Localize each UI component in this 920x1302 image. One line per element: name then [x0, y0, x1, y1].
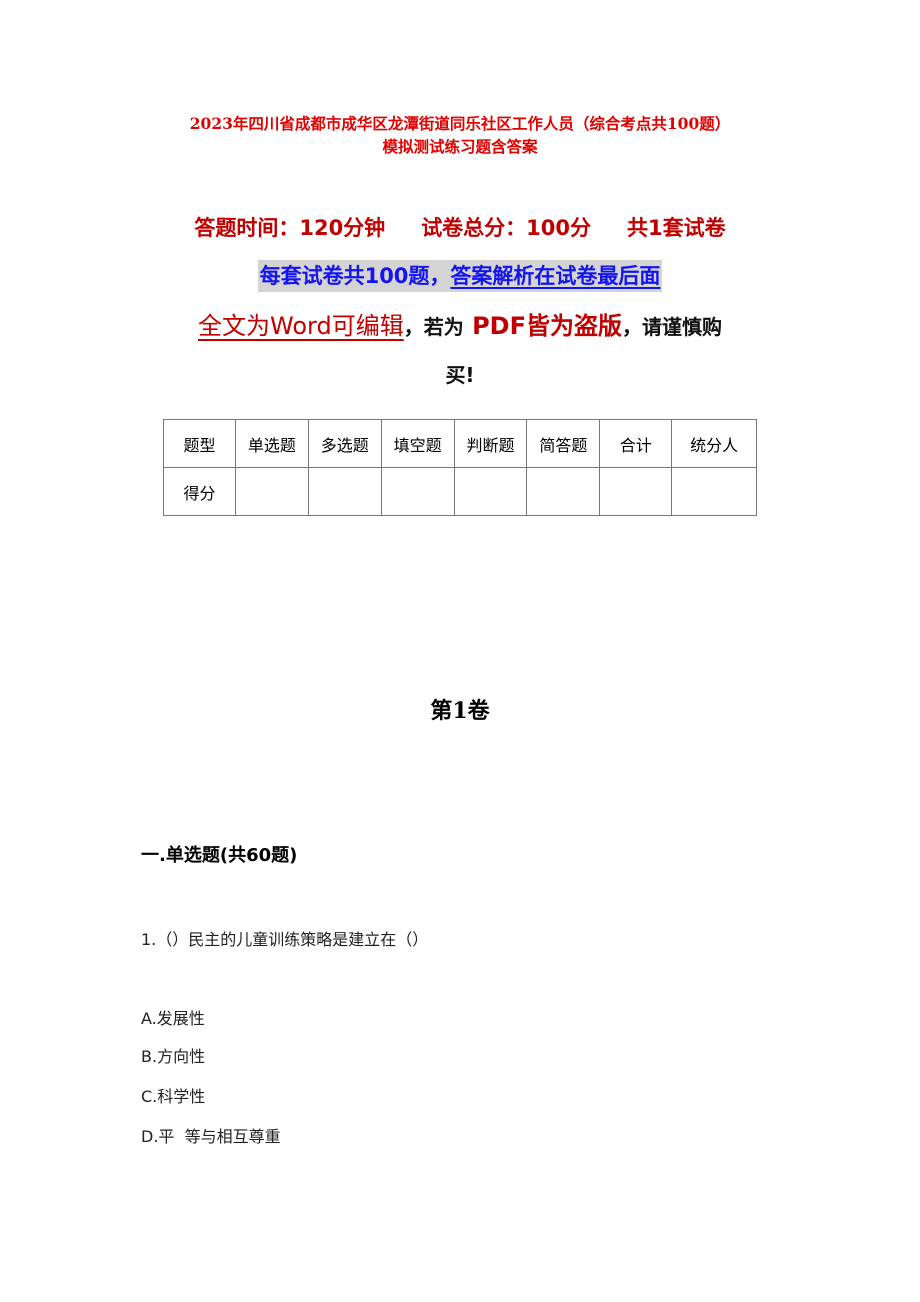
warning-caution-end: 买!	[445, 363, 475, 387]
header-cell: 多选题	[307, 419, 382, 468]
warning-comma: ，	[403, 315, 424, 339]
score-cell[interactable]	[380, 467, 455, 516]
section-heading: 一.单选题(共60题)	[141, 845, 298, 866]
option-text: 发展性	[156, 1009, 205, 1028]
warning-if-pdf: 若为	[423, 315, 464, 339]
option-text: 平 等与相互尊重	[158, 1127, 281, 1146]
exam-sets: 共1套试卷	[627, 216, 726, 240]
document-title-line2: 模拟测试练习题含答案	[382, 137, 538, 156]
notice-part1: 每套试卷共100题，	[259, 264, 451, 288]
header-cell: 合计	[599, 419, 673, 468]
option-label: A.	[141, 1009, 157, 1028]
exam-time: 答题时间：120分钟	[194, 216, 386, 240]
warning-caution: 请谨慎购	[641, 315, 722, 339]
option-d[interactable]: D.平 等与相互尊重	[141, 1125, 281, 1149]
piracy-warning: 全文为Word可编辑，若为 PDF皆为盗版，请谨慎购	[0, 307, 920, 346]
option-text: 方向性	[157, 1047, 206, 1066]
question-1: 1.（）民主的儿童训练策略是建立在（）	[141, 928, 428, 952]
header-cell: 单选题	[234, 419, 309, 468]
header-cell: 题型	[163, 419, 236, 468]
score-table-header-row: 题型 单选题 多选题 填空题 判断题 简答题 合计 统分人	[163, 419, 757, 468]
notice-highlight: 每套试卷共100题，答案解析在试卷最后面	[257, 260, 663, 292]
warning-comma2: ，	[621, 315, 642, 339]
score-cell[interactable]	[234, 467, 309, 516]
notice-banner: 每套试卷共100题，答案解析在试卷最后面	[0, 260, 920, 292]
option-label: C.	[141, 1087, 158, 1106]
option-a[interactable]: A.发展性	[141, 1007, 205, 1031]
question-text: （）民主的儿童训练策略是建立在（）	[156, 930, 429, 949]
score-cell[interactable]	[526, 467, 601, 516]
exam-total-score: 试卷总分：100分	[421, 216, 592, 240]
option-c[interactable]: C.科学性	[141, 1085, 205, 1109]
header-cell: 统分人	[671, 419, 757, 468]
volume-heading: 第1卷	[430, 698, 490, 724]
notice-part2-link[interactable]: 答案解析在试卷最后面	[450, 264, 660, 288]
header-cell: 填空题	[380, 419, 455, 468]
score-table: 题型 单选题 多选题 填空题 判断题 简答题 合计 统分人 得分	[163, 419, 757, 516]
question-number: 1.	[141, 930, 157, 949]
score-cell[interactable]	[599, 467, 673, 516]
option-text: 科学性	[157, 1087, 206, 1106]
option-label: D.	[141, 1127, 159, 1146]
document-title-line1: 2023年四川省成都市成华区龙潭街道同乐社区工作人员（综合考点共100题）	[189, 114, 731, 133]
score-table-score-row: 得分	[163, 467, 757, 516]
word-editable-link[interactable]: 全文为Word可编辑	[198, 312, 404, 340]
warning-pdf-pirated: PDF皆为盗版	[472, 312, 622, 340]
header-cell: 简答题	[526, 419, 601, 468]
option-b[interactable]: B.方向性	[141, 1045, 205, 1069]
score-cell[interactable]	[671, 467, 757, 516]
exam-meta: 答题时间：120分钟 试卷总分：100分 共1套试卷	[0, 213, 920, 243]
score-cell[interactable]	[307, 467, 382, 516]
score-cell[interactable]	[453, 467, 528, 516]
header-cell: 判断题	[453, 419, 528, 468]
option-label: B.	[141, 1047, 158, 1066]
row-label-cell: 得分	[163, 467, 236, 516]
